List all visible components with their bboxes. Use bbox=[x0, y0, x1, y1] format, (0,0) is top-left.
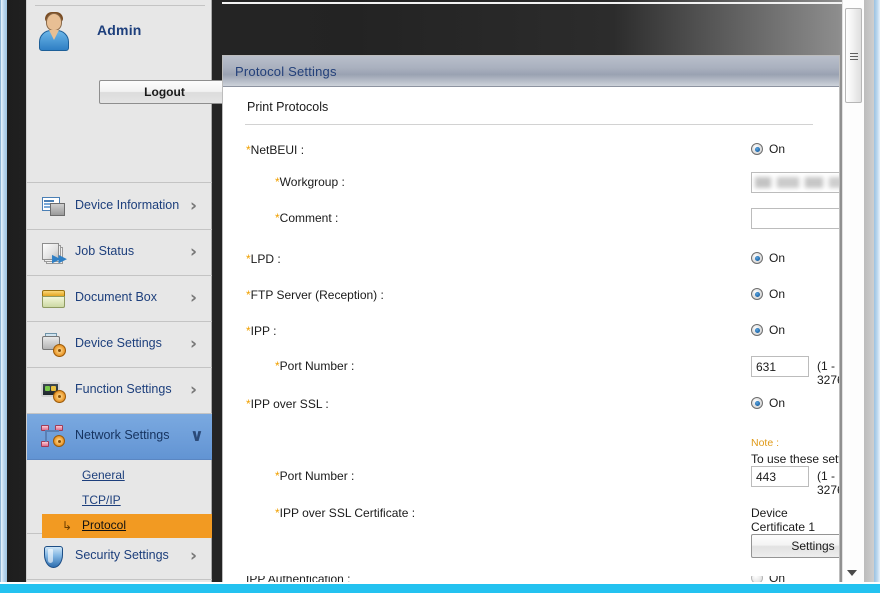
device-settings-icon bbox=[41, 333, 67, 357]
scroll-thumb-grip-icon bbox=[850, 53, 858, 60]
sidebar-item-label: Device Settings bbox=[75, 336, 162, 350]
sidebar-item-label: Network Settings bbox=[75, 428, 170, 442]
sidebar-item-device-information[interactable]: Device Information › bbox=[27, 184, 212, 230]
user-name: Admin bbox=[97, 22, 142, 38]
radio-dot-icon bbox=[751, 143, 763, 155]
window-right-border bbox=[874, 0, 880, 593]
row-netbeui: *NetBEUI : On Off bbox=[223, 140, 839, 162]
chevron-down-icon: ∨ bbox=[190, 426, 204, 446]
comment-input[interactable] bbox=[751, 208, 839, 229]
radio-label: On bbox=[769, 287, 786, 301]
chevron-right-icon: › bbox=[190, 242, 198, 262]
page-title: Protocol Settings bbox=[235, 64, 337, 79]
radio-dot-icon bbox=[751, 324, 763, 336]
ipp-port-range-hint: (1 - 32767) bbox=[817, 359, 839, 387]
row-label: *Port Number : bbox=[275, 469, 355, 483]
radio-dot-icon bbox=[751, 252, 763, 264]
device-information-icon bbox=[41, 195, 67, 219]
chevron-right-icon: › bbox=[190, 546, 198, 566]
row-comment: *Comment : bbox=[223, 208, 839, 230]
function-settings-icon bbox=[41, 379, 67, 403]
network-settings-icon bbox=[41, 425, 67, 449]
security-settings-icon bbox=[41, 545, 67, 569]
top-hairline-divider bbox=[222, 2, 842, 4]
browser-window: Admin Logout Device Information › ▶▶ Job… bbox=[0, 0, 880, 593]
radio-label: On bbox=[769, 323, 786, 337]
row-ipp-over-ssl: *IPP over SSL : On Off bbox=[223, 394, 839, 416]
chevron-right-icon: › bbox=[190, 288, 198, 308]
window-left-border bbox=[0, 0, 7, 593]
scroll-down-arrow-icon[interactable] bbox=[847, 570, 857, 576]
job-status-icon: ▶▶ bbox=[41, 241, 67, 265]
row-label: *LPD : bbox=[246, 252, 281, 266]
sidebar-item-label: Document Box bbox=[75, 290, 157, 304]
row-label: *FTP Server (Reception) : bbox=[246, 288, 384, 302]
sidebar-item-tcpip[interactable]: TCP/IP bbox=[27, 489, 212, 513]
radio-dot-icon bbox=[751, 288, 763, 300]
sidebar-subitem-label: General bbox=[82, 468, 125, 482]
settings-button[interactable]: Settings bbox=[751, 534, 839, 558]
protocol-settings-panel: Protocol Settings Print Protocols *NetBE… bbox=[222, 55, 840, 582]
row-lpd: *LPD : On Off bbox=[223, 249, 839, 271]
row-ipp-over-ssl-certificate: *IPP over SSL Certificate : Device Certi… bbox=[223, 503, 839, 534]
ssl-port-number-input[interactable] bbox=[751, 466, 809, 487]
row-ftp-server-reception: *FTP Server (Reception) : On Off bbox=[223, 285, 839, 307]
sidebar-subnav: General TCP/IP ↳ Protocol bbox=[27, 458, 212, 538]
radio-label: On bbox=[769, 142, 786, 156]
radio-label: On bbox=[769, 251, 786, 265]
sidebar-item-general[interactable]: General bbox=[27, 464, 212, 488]
row-label: *IPP over SSL Certificate : bbox=[275, 506, 416, 520]
logout-button[interactable]: Logout bbox=[99, 80, 230, 104]
row-label: *IPP over SSL : bbox=[246, 397, 329, 411]
sidebar-subitem-label: TCP/IP bbox=[82, 493, 121, 507]
sidebar-item-network-settings[interactable]: Network Settings ∨ bbox=[27, 414, 212, 460]
row-label: *Comment : bbox=[275, 211, 339, 225]
page-canvas: Admin Logout Device Information › ▶▶ Job… bbox=[7, 0, 874, 582]
radio-label: On bbox=[769, 396, 786, 410]
chevron-right-icon: › bbox=[190, 196, 198, 216]
note-text: To use these settings, enable SSL. Netwo… bbox=[751, 452, 840, 466]
vertical-scrollbar[interactable] bbox=[842, 0, 864, 582]
chevron-right-icon: › bbox=[190, 334, 198, 354]
workgroup-redacted-value bbox=[755, 177, 839, 188]
sidebar-item-label: Security Settings bbox=[75, 548, 169, 562]
sidebar-item-label: Function Settings bbox=[75, 382, 172, 396]
panel-header: Protocol Settings bbox=[223, 56, 839, 87]
row-ssl-port-number: *Port Number : (1 - 32767) bbox=[223, 466, 839, 497]
document-box-icon bbox=[41, 287, 67, 311]
row-label: *NetBEUI : bbox=[246, 143, 305, 157]
user-block: Admin Logout bbox=[27, 6, 230, 183]
sidebar-item-device-settings[interactable]: Device Settings › bbox=[27, 322, 212, 368]
ipp-port-number-input[interactable] bbox=[751, 356, 809, 377]
row-label: *IPP : bbox=[246, 324, 277, 338]
user-avatar-icon bbox=[36, 12, 72, 52]
sidebar-item-label: Job Status bbox=[75, 244, 135, 258]
subitem-arrow-icon: ↳ bbox=[62, 519, 73, 533]
sidebar-item-function-settings[interactable]: Function Settings › bbox=[27, 368, 212, 414]
row-workgroup: *Workgroup : bbox=[223, 172, 839, 194]
row-ipp: *IPP : On Off bbox=[223, 321, 839, 343]
ipp-ssl-certificate-value: Device Certificate 1 bbox=[751, 506, 816, 534]
radio-dot-icon bbox=[751, 397, 763, 409]
row-ipp-port-number: *Port Number : (1 - 32767) bbox=[223, 356, 839, 387]
row-label: *Workgroup : bbox=[275, 175, 345, 189]
row-label: *Port Number : bbox=[275, 359, 355, 373]
sidebar-item-security-settings[interactable]: Security Settings › bbox=[27, 534, 212, 580]
note-label: Note : bbox=[751, 437, 780, 449]
scrollbar-thumb[interactable] bbox=[845, 8, 862, 103]
sidebar-item-document-box[interactable]: Document Box › bbox=[27, 276, 212, 322]
chevron-right-icon: › bbox=[190, 380, 198, 400]
sidebar: Admin Logout Device Information › ▶▶ Job… bbox=[26, 0, 230, 582]
sidebar-item-job-status[interactable]: ▶▶ Job Status › bbox=[27, 230, 212, 276]
sidebar-subitem-label: Protocol bbox=[82, 518, 127, 532]
window-bottom-strip bbox=[0, 582, 880, 593]
section-title: Print Protocols bbox=[247, 100, 329, 114]
ssl-port-range-hint: (1 - 32767) bbox=[817, 469, 839, 497]
section-divider bbox=[245, 124, 813, 125]
sidebar-item-label: Device Information bbox=[75, 198, 180, 212]
